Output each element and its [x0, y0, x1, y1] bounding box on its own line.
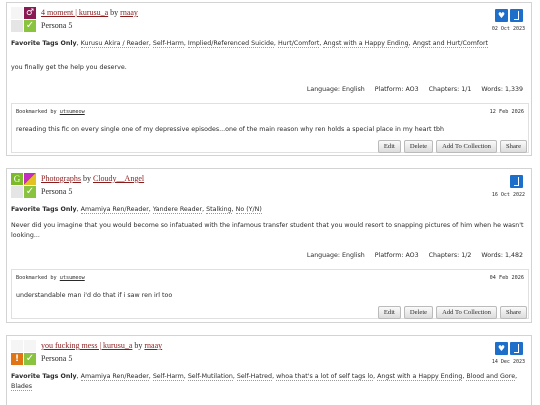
- tag-item[interactable]: Self-Mutilation: [187, 373, 233, 381]
- stat-chapters: Chapters: 1/1: [428, 86, 472, 93]
- tag-item[interactable]: Blood and Gore: [466, 373, 516, 381]
- delete-button[interactable]: Delete: [403, 140, 434, 153]
- work-title-link[interactable]: Photographs: [41, 174, 81, 183]
- tag-item[interactable]: Angst with a Happy Ending: [323, 40, 409, 48]
- warning-icon: [11, 186, 23, 198]
- work-date: 02 Oct 2023: [491, 26, 525, 32]
- rating-icon: G: [11, 173, 23, 185]
- stat-platform: Platform: AO3: [374, 86, 419, 93]
- by-word: by: [83, 174, 91, 183]
- share-button[interactable]: Share: [499, 140, 527, 153]
- work-heading: you fucking mess | kurusu_a by rnaay: [41, 341, 162, 351]
- tag-list: Favorite Tags Only, Amamiya Ren/Reader, …: [11, 206, 262, 214]
- work-heading: 4 moment | kurusu_a by rnaay: [41, 8, 138, 18]
- work-summary: you finally get the help you deserve.: [11, 64, 127, 71]
- tag-item[interactable]: Implied/Referenced Suicide: [187, 40, 274, 48]
- bookmark-icon[interactable]: [510, 9, 523, 22]
- bookmark-blurb: G ✓ Photographs by Cloudy__Angel Persona…: [6, 168, 532, 323]
- required-tags: G ✓: [11, 173, 36, 198]
- rating-icon: [11, 7, 23, 19]
- delete-button[interactable]: Delete: [403, 306, 434, 319]
- tag-list: Favorite Tags Only, Kurusu Akira / Reade…: [11, 40, 488, 48]
- favorite-tags-label[interactable]: Favorite Tags Only: [11, 206, 77, 213]
- tag-item[interactable]: Self-Harm: [152, 40, 184, 48]
- required-tags: ! ✓: [11, 340, 36, 365]
- bookmark-icon[interactable]: [510, 342, 523, 355]
- complete-check-icon: ✓: [24, 186, 36, 198]
- bookmark-date: 04 Feb 2026: [489, 275, 524, 281]
- fandom-tag[interactable]: Persona 5: [41, 354, 72, 363]
- warning-icon: !: [11, 353, 23, 365]
- tag-item[interactable]: whoa that's a lot of self tags lo: [276, 373, 374, 381]
- heart-icon[interactable]: ♥: [495, 9, 508, 22]
- work-summary: Never did you imagine that you would bec…: [11, 222, 524, 239]
- bookmark-actions: Edit Delete Add To Collection Share: [377, 140, 527, 153]
- work-title-link[interactable]: you fucking mess | kurusu_a: [41, 341, 132, 350]
- tag-item[interactable]: Self-Hatred: [236, 373, 273, 381]
- add-to-collection-button[interactable]: Add To Collection: [436, 140, 497, 153]
- stat-words: Words: 1,482: [481, 252, 523, 259]
- share-button[interactable]: Share: [499, 306, 527, 319]
- by-word: by: [134, 341, 143, 350]
- tag-item[interactable]: Hurt/Comfort: [277, 40, 320, 48]
- bookmark-blurb: ♂ ✓ 4 moment | kurusu_a by rnaay Persona…: [6, 2, 532, 156]
- by-word: by: [110, 8, 119, 17]
- heart-icon[interactable]: ♥: [495, 342, 508, 355]
- favorite-tags-label[interactable]: Favorite Tags Only: [11, 40, 77, 47]
- edit-button[interactable]: Edit: [377, 140, 401, 153]
- stat-words: Words: 1,339: [481, 86, 523, 93]
- category-icon: ♂: [24, 7, 36, 19]
- stat-chapters: Chapters: 1/2: [428, 252, 472, 259]
- author-link[interactable]: Cloudy__Angel: [93, 174, 144, 183]
- bookmark-icon[interactable]: [510, 175, 523, 188]
- tag-item[interactable]: Stalking: [206, 206, 232, 214]
- tag-item[interactable]: Amamiya Ren/Reader: [80, 373, 149, 381]
- warning-icon: [11, 20, 23, 32]
- favorite-tags-label[interactable]: Favorite Tags Only: [11, 373, 77, 380]
- add-to-collection-button[interactable]: Add To Collection: [436, 306, 497, 319]
- work-title-link[interactable]: 4 moment | kurusu_a: [41, 8, 108, 17]
- bookmarker-link[interactable]: utsumeow: [60, 275, 85, 281]
- tag-item[interactable]: Yandere Reader: [152, 206, 203, 214]
- stat-language: Language: English: [306, 86, 365, 93]
- rating-icon: [11, 340, 23, 352]
- tag-item[interactable]: No (Y/N): [235, 206, 262, 214]
- author-link[interactable]: rnaay: [120, 8, 138, 17]
- stat-platform: Platform: AO3: [374, 252, 419, 259]
- bookmark-actions: Edit Delete Add To Collection Share: [377, 306, 527, 319]
- tag-item[interactable]: Angst with a Happy Ending: [377, 373, 463, 381]
- bookmark-blurb: ! ✓ you fucking mess | kurusu_a by rnaay…: [6, 335, 532, 405]
- complete-check-icon: ✓: [24, 20, 36, 32]
- tag-item[interactable]: Blades: [11, 383, 33, 391]
- fandom-tag[interactable]: Persona 5: [41, 187, 72, 196]
- bookmarker-link[interactable]: utsumeow: [60, 109, 85, 115]
- fandom-tag[interactable]: Persona 5: [41, 21, 72, 30]
- bookmarker-line: Bookmarked by utsumeow: [16, 109, 85, 115]
- bookmark-note: rereading this fic on every single one o…: [16, 126, 444, 133]
- work-date: 16 Oct 2022: [491, 192, 525, 198]
- complete-check-icon: ✓: [24, 353, 36, 365]
- tag-list: Favorite Tags Only, Amamiya Ren/Reader, …: [11, 373, 518, 391]
- work-stats: Language: English Platform: AO3 Chapters…: [299, 252, 523, 259]
- work-stats: Language: English Platform: AO3 Chapters…: [299, 86, 523, 93]
- work-date: 14 Dec 2023: [491, 359, 525, 365]
- tag-item[interactable]: Self-Harm: [152, 373, 184, 381]
- bookmark-note: understandable man i'd do that if i saw …: [16, 292, 173, 299]
- category-icon: [24, 340, 36, 352]
- edit-button[interactable]: Edit: [377, 306, 401, 319]
- work-heading: Photographs by Cloudy__Angel: [41, 174, 144, 184]
- bookmarked-by-label: Bookmarked by: [16, 275, 57, 281]
- stat-language: Language: English: [306, 252, 365, 259]
- bookmarker-line: Bookmarked by utsumeow: [16, 275, 85, 281]
- tag-item[interactable]: Angst and Hurt/Comfort: [412, 40, 488, 48]
- required-tags: ♂ ✓: [11, 7, 36, 32]
- tag-item[interactable]: Amamiya Ren/Reader: [80, 206, 149, 214]
- category-icon: [24, 173, 36, 185]
- bookmark-date: 12 Feb 2026: [489, 109, 524, 115]
- author-link[interactable]: rnaay: [144, 341, 162, 350]
- bookmarked-by-label: Bookmarked by: [16, 109, 57, 115]
- tag-item[interactable]: Kurusu Akira / Reader: [80, 40, 149, 48]
